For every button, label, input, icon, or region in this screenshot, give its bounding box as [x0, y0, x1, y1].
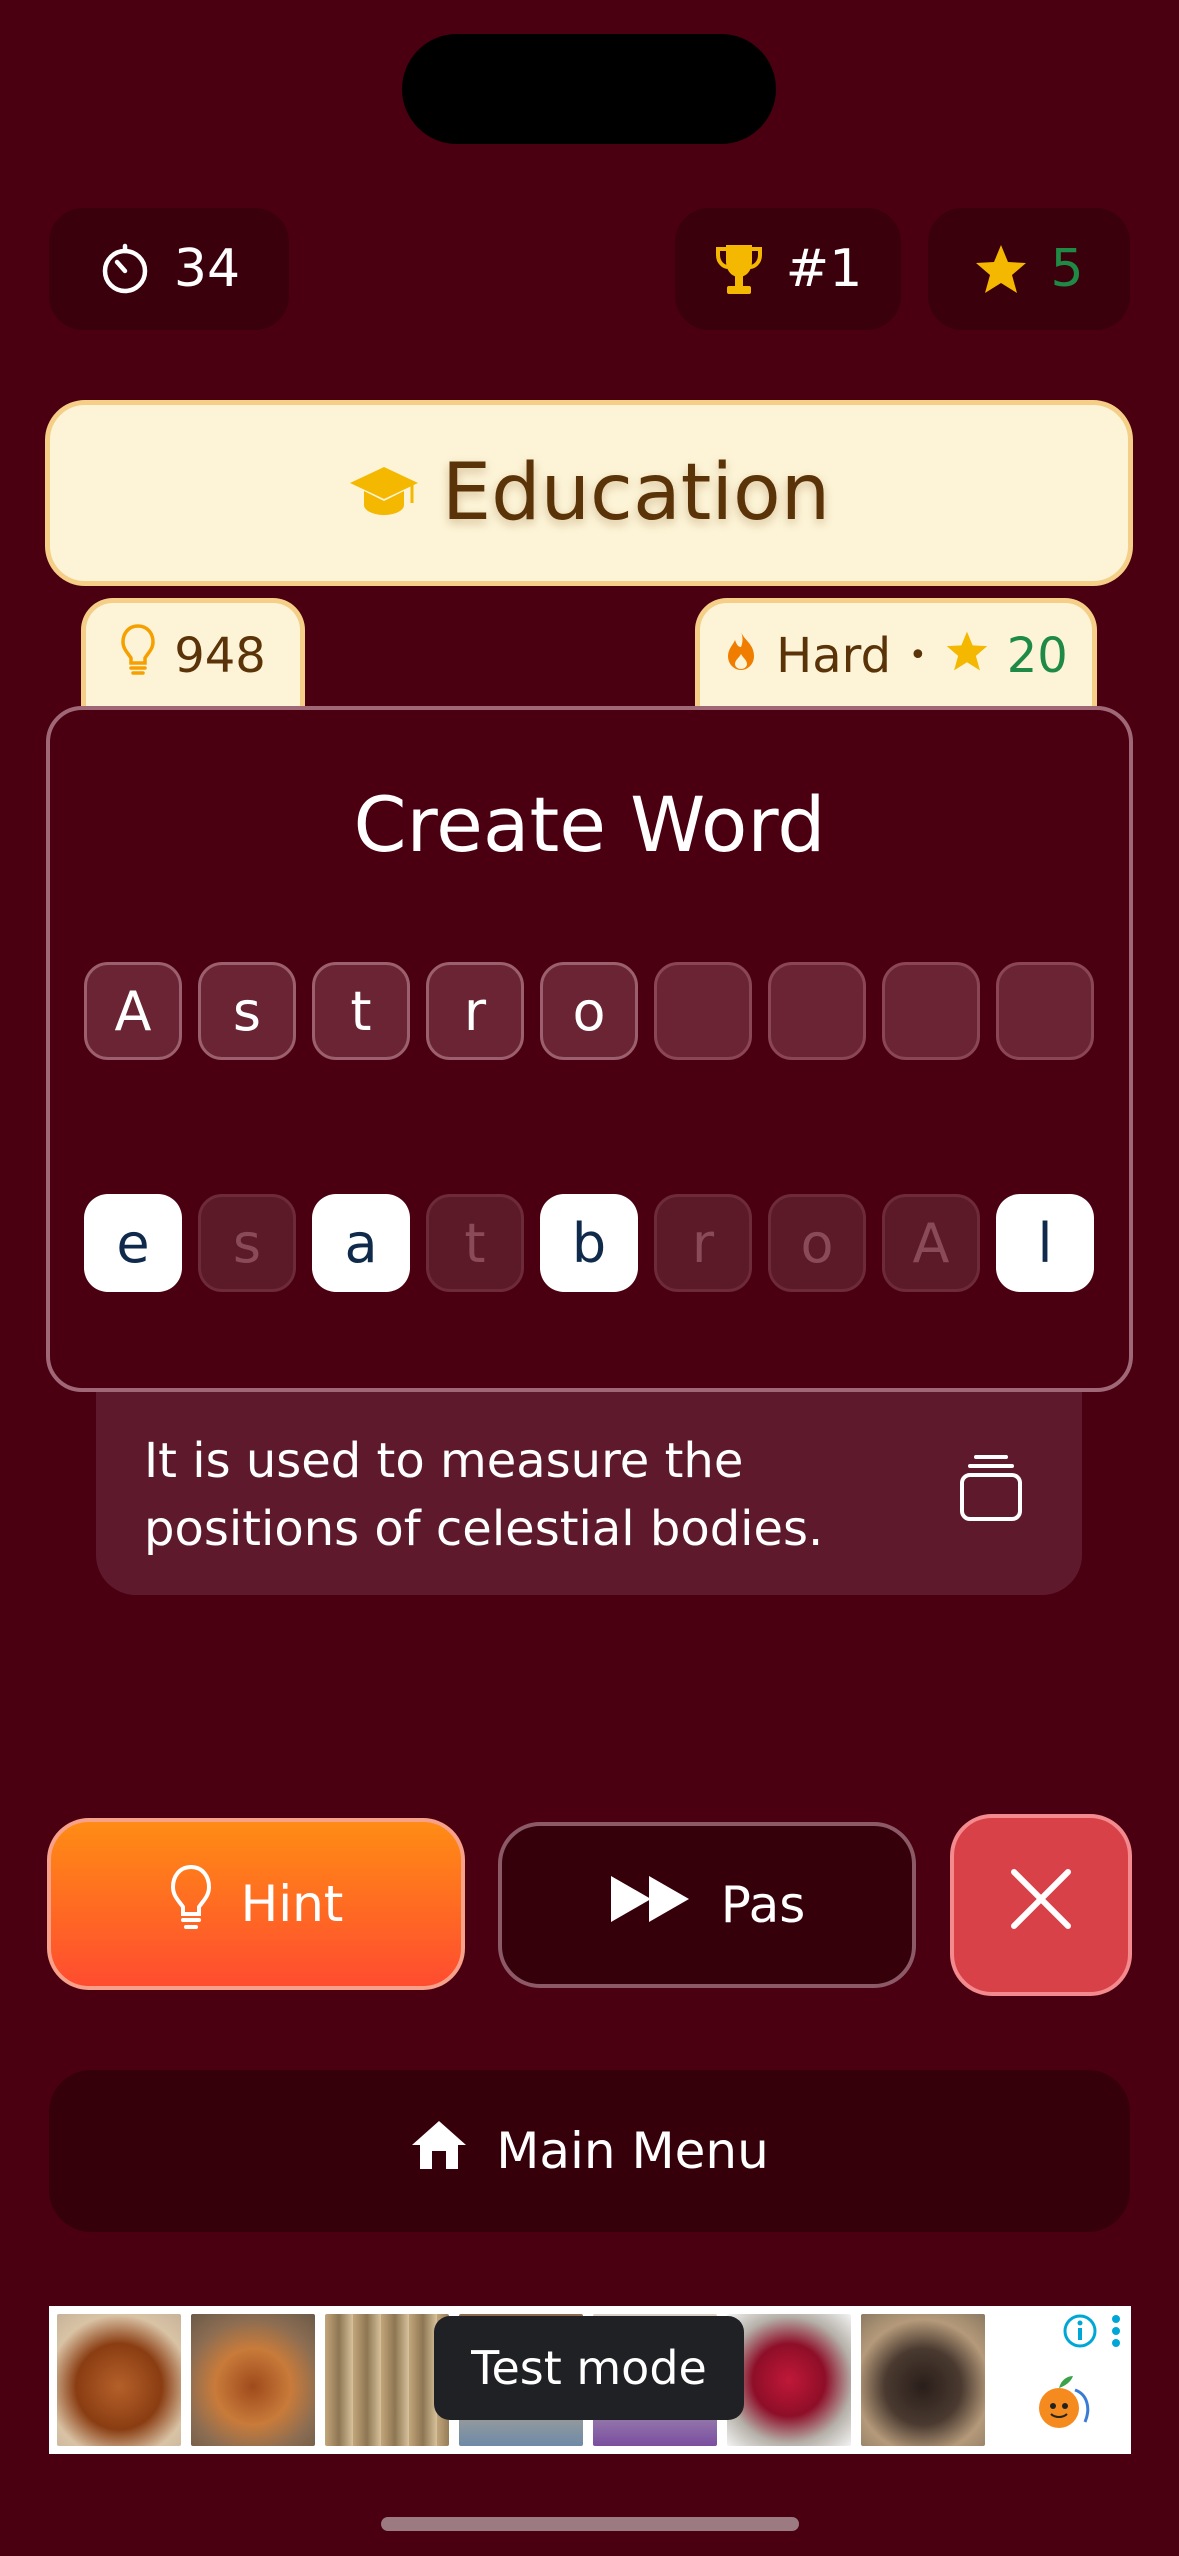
lightbulb-icon	[120, 623, 156, 689]
answer-slot[interactable]: A	[84, 962, 182, 1060]
home-icon	[410, 2119, 468, 2183]
rank-badge[interactable]: #1	[675, 208, 901, 330]
timer-badge: 34	[49, 208, 289, 330]
close-icon	[1010, 1868, 1072, 1942]
hint-label: Hint	[240, 1875, 344, 1933]
letter-tile: r	[654, 1194, 752, 1292]
clue-line-1: It is used to measure the	[144, 1433, 744, 1489]
answer-slot[interactable]	[768, 962, 866, 1060]
info-icon[interactable]	[1063, 2314, 1097, 2352]
clue-text: It is used to measure the positions of c…	[144, 1427, 904, 1563]
copy-icon[interactable]	[958, 1453, 1024, 1527]
puzzle-title: Create Word	[353, 780, 826, 869]
letter-tile[interactable]: e	[84, 1194, 182, 1292]
difficulty-label: Hard	[776, 627, 892, 684]
letter-tile: s	[198, 1194, 296, 1292]
rank-value: #1	[785, 239, 863, 299]
answer-slots: A s t r o	[84, 962, 1094, 1060]
ad-product-image	[861, 2314, 985, 2446]
stars-badge: 5	[928, 208, 1130, 330]
hints-count-value: 948	[174, 627, 266, 684]
fast-forward-icon	[609, 1874, 693, 1936]
letter-tile[interactable]: a	[312, 1194, 410, 1292]
answer-slot[interactable]	[996, 962, 1094, 1060]
home-indicator[interactable]	[381, 2517, 799, 2531]
main-menu-label: Main Menu	[496, 2122, 769, 2180]
ad-product-image	[325, 2314, 449, 2446]
puzzle-card: Create Word A s t r o e s a t b r o A l	[46, 706, 1133, 1392]
answer-slot[interactable]: r	[426, 962, 524, 1060]
lightbulb-icon	[169, 1864, 213, 1944]
difficulty-tag: Hard • 20	[695, 598, 1097, 708]
star-icon	[945, 628, 989, 684]
main-menu-button[interactable]: Main Menu	[49, 2070, 1130, 2232]
answer-slot[interactable]: t	[312, 962, 410, 1060]
ad-product-image	[191, 2314, 315, 2446]
ad-controls	[1063, 2314, 1121, 2352]
star-icon	[974, 243, 1028, 295]
ad-product-image	[57, 2314, 181, 2446]
close-button[interactable]	[950, 1814, 1132, 1996]
hint-button[interactable]: Hint	[47, 1818, 465, 1990]
answer-slot[interactable]	[654, 962, 752, 1060]
letter-tile: t	[426, 1194, 524, 1292]
answer-slot[interactable]: o	[540, 962, 638, 1060]
answer-slot[interactable]: s	[198, 962, 296, 1060]
more-options-icon[interactable]	[1111, 2314, 1121, 2352]
graduation-cap-icon	[348, 448, 420, 538]
hints-count-tag: 948	[81, 598, 305, 708]
timer-value: 34	[173, 239, 241, 299]
stopwatch-icon	[98, 242, 152, 296]
letter-tiles: e s a t b r o A l	[84, 1194, 1094, 1292]
trophy-icon	[714, 241, 764, 297]
dynamic-island	[402, 34, 776, 144]
letter-tile[interactable]: b	[540, 1194, 638, 1292]
points-value: 20	[1006, 627, 1068, 684]
letter-tile: o	[768, 1194, 866, 1292]
stars-value: 5	[1050, 239, 1084, 299]
answer-slot[interactable]	[882, 962, 980, 1060]
letter-tile: A	[882, 1194, 980, 1292]
pass-button[interactable]: Pas	[498, 1822, 916, 1988]
pass-label: Pas	[720, 1876, 806, 1934]
clue-line-2: positions of celestial bodies.	[144, 1501, 824, 1557]
letter-tile[interactable]: l	[996, 1194, 1094, 1292]
category-banner: Education	[45, 400, 1133, 586]
ad-test-mode-label: Test mode	[434, 2316, 744, 2420]
clue-panel: It is used to measure the positions of c…	[96, 1375, 1082, 1595]
ad-product-image	[727, 2314, 851, 2446]
category-title: Education	[441, 448, 831, 538]
tag-separator: •	[909, 638, 927, 673]
flame-icon	[724, 628, 758, 684]
advertiser-logo	[1035, 2368, 1095, 2436]
